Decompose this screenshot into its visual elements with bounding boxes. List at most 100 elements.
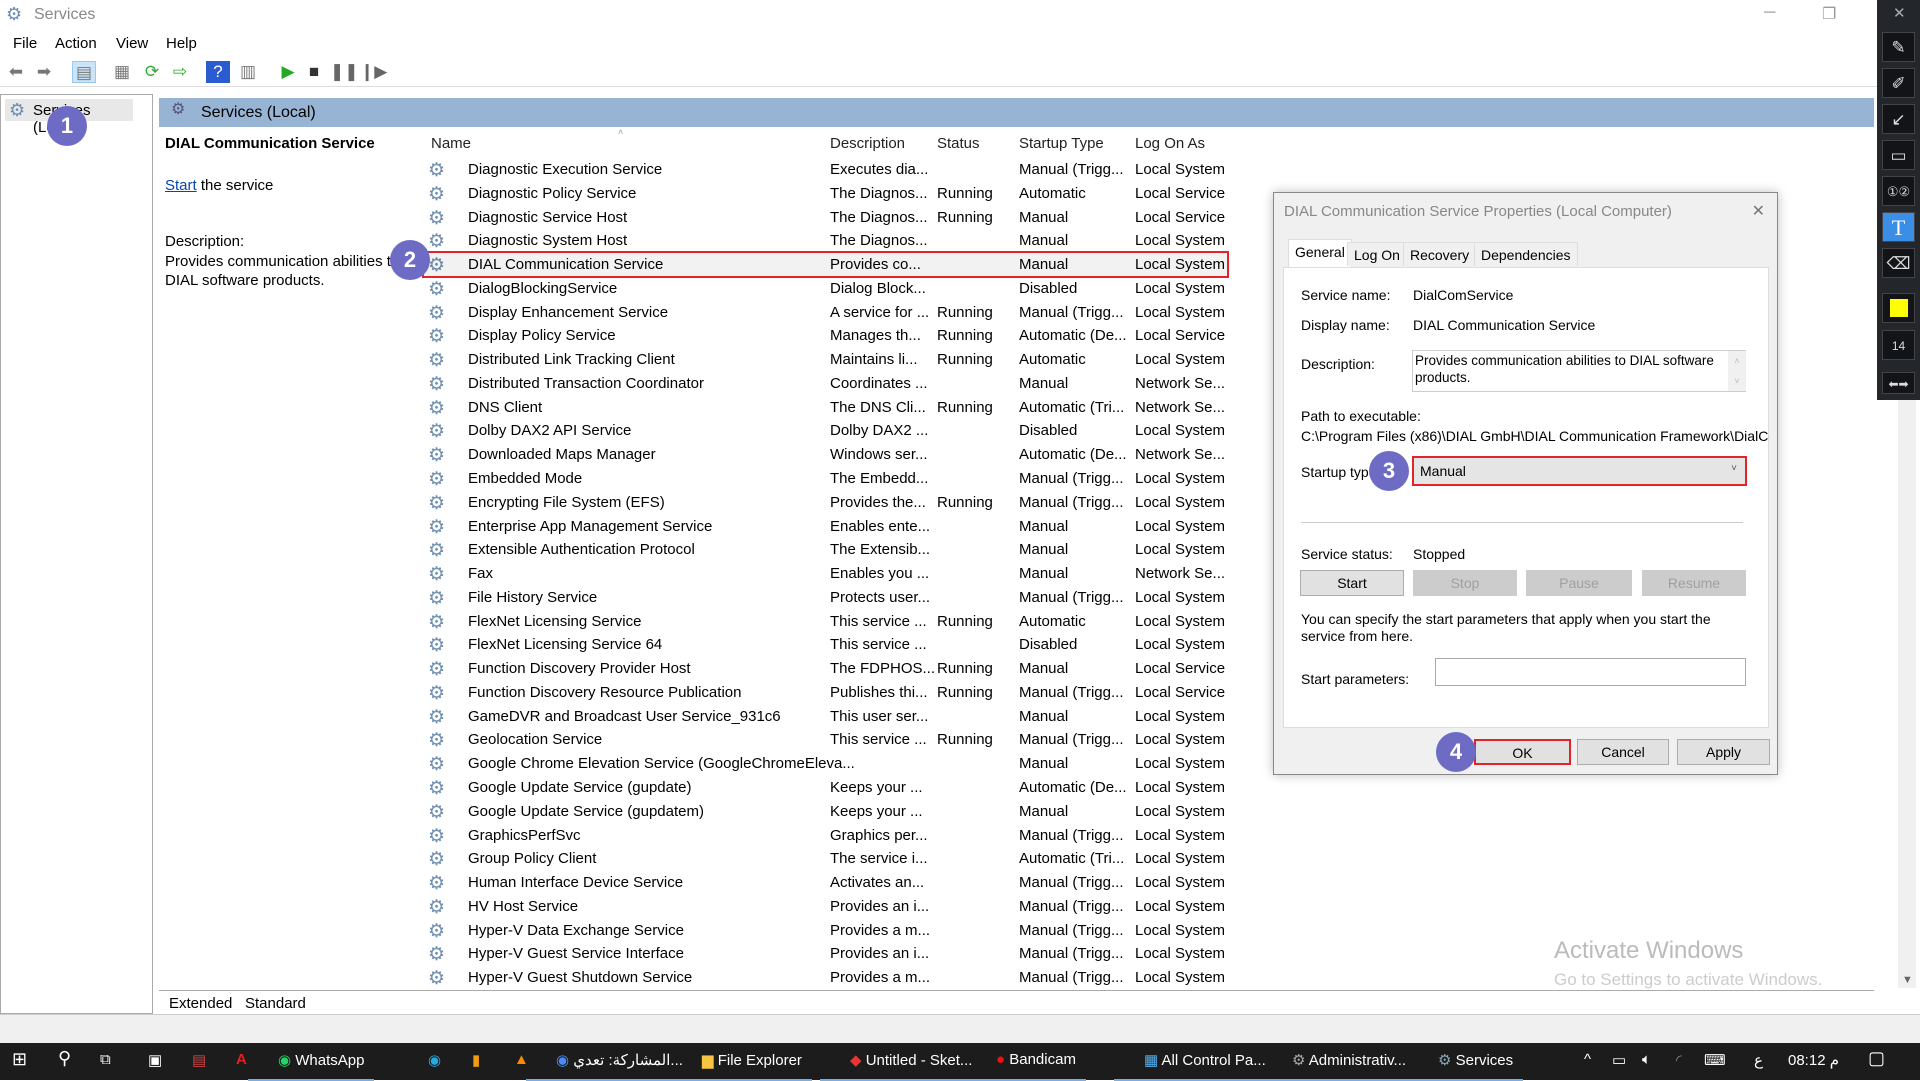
column-header-description[interactable]: Description	[830, 135, 905, 152]
taskbar-file-explorer[interactable]: ▆ File Explorer	[672, 1051, 812, 1081]
taskbar-chrome[interactable]: ◉ المشاركة: تعدي...	[526, 1051, 693, 1081]
taskbar-control-panel[interactable]: ▦ All Control Pa...	[1114, 1051, 1276, 1081]
properties-icon[interactable]: ▦	[110, 61, 134, 83]
minimize-button[interactable]: ─	[1764, 4, 1775, 22]
pause-button[interactable]: Pause	[1526, 570, 1632, 596]
taskbar-administrative-tools[interactable]: ⚙ Administrativ...	[1261, 1051, 1417, 1081]
move-arrows-icon[interactable]: ⬅➡	[1882, 372, 1915, 394]
scroll-down-icon[interactable]: ▼	[1902, 974, 1913, 986]
tray-chevron-up-icon[interactable]: ^	[1584, 1051, 1591, 1068]
pencil-icon[interactable]: ✎	[1882, 32, 1915, 62]
annotation-close-icon[interactable]: ✕	[1893, 4, 1906, 22]
text-tool-icon[interactable]: T	[1882, 212, 1915, 242]
wifi-icon[interactable]: ◜	[1676, 1051, 1682, 1069]
path-value: C:\Program Files (x86)\DIAL GmbH\DIAL Co…	[1301, 428, 1769, 444]
tab-general[interactable]: General	[1288, 239, 1352, 267]
column-header-name[interactable]: Name	[431, 135, 471, 152]
highlighter-icon[interactable]: ✐	[1882, 68, 1915, 98]
tab-log-on[interactable]: Log On	[1347, 242, 1407, 266]
tab-standard[interactable]: Standard	[245, 995, 306, 1012]
table-row[interactable]: ⚙ Diagnostic Execution Service Executes di…	[420, 158, 1820, 182]
clock[interactable]: 08:12 م	[1788, 1051, 1839, 1069]
start-service-link[interactable]: Start	[165, 177, 197, 194]
battery-icon[interactable]: ▭	[1612, 1051, 1626, 1069]
start-windows-icon[interactable]: ⊞	[12, 1049, 27, 1070]
service-name: Diagnostic System Host	[468, 232, 628, 250]
restore-button[interactable]: ❐	[1822, 4, 1836, 24]
search-icon[interactable]: ⚲	[58, 1048, 71, 1069]
description-textbox[interactable]: Provides communication abilities to DIAL…	[1412, 350, 1746, 392]
keyboard-icon[interactable]: ⌨	[1704, 1051, 1726, 1069]
vertical-scrollbar[interactable]: ▼	[1898, 400, 1916, 988]
start-parameters-label: Start parameters:	[1301, 671, 1410, 687]
taskbar-services[interactable]: ⚙ Services	[1407, 1051, 1524, 1081]
restart-service-icon[interactable]: ❙▶	[360, 61, 387, 83]
numbered-steps-icon[interactable]: ①②	[1882, 176, 1915, 206]
apply-button[interactable]: Apply	[1677, 739, 1770, 765]
table-row[interactable]: ⚙ Group Policy Client The service i... Auto…	[420, 847, 1820, 871]
show-hide-console-tree-icon[interactable]: ▤	[72, 61, 96, 83]
service-startup-type: Manual (Trigg...	[1019, 874, 1124, 892]
eraser-icon[interactable]: ⌫	[1882, 248, 1915, 278]
service-log-on-as: Local System	[1135, 588, 1226, 606]
ok-button[interactable]: OK	[1474, 739, 1571, 765]
pause-service-icon[interactable]: ❚❚	[330, 61, 359, 83]
taskbar-whatsapp[interactable]: ◉ WhatsApp	[247, 1051, 375, 1081]
acrobat-icon[interactable]: A	[236, 1051, 247, 1068]
stop-service-icon[interactable]: ■	[302, 61, 326, 83]
font-size-value[interactable]: 14	[1882, 330, 1915, 360]
start-button[interactable]: Start	[1300, 570, 1404, 596]
task-view-icon[interactable]: ⧉	[100, 1051, 111, 1068]
service-name: Google Update Service (gupdatem)	[468, 802, 704, 820]
table-row[interactable]: ⚙ Human Interface Device Service Activates…	[420, 871, 1820, 895]
g-app-icon[interactable]: ▮	[472, 1051, 480, 1069]
cancel-button[interactable]: Cancel	[1577, 739, 1669, 765]
help-icon[interactable]: ?	[206, 61, 230, 83]
taskbar-label: المشاركة: تعدي...	[573, 1052, 683, 1069]
store-icon[interactable]: ▣	[148, 1051, 162, 1069]
taskbar-sketch[interactable]: ◆ Untitled - Sket...	[819, 1051, 983, 1081]
volume-icon[interactable]: 🔈︎	[1642, 1051, 1651, 1068]
taskbar-bandicam[interactable]: ● Bandicam	[966, 1051, 1086, 1081]
service-description: The service i...	[830, 850, 928, 868]
vlc-icon[interactable]: ▲	[514, 1051, 529, 1068]
startup-type-select[interactable]: Manual ˅	[1412, 456, 1747, 486]
tab-recovery[interactable]: Recovery	[1403, 242, 1477, 266]
rectangle-icon[interactable]: ▭	[1882, 140, 1915, 170]
refresh-icon[interactable]: ⟳	[140, 61, 164, 83]
winrar-icon[interactable]: ▤	[192, 1051, 206, 1069]
table-row[interactable]: ⚙ HV Host Service Provides an i... Manual (…	[420, 895, 1820, 919]
service-startup-type: Disabled	[1019, 636, 1078, 654]
back-arrow-icon[interactable]: ⬅	[4, 61, 28, 83]
arrow-icon[interactable]: ↙	[1882, 104, 1915, 134]
tab-extended[interactable]: Extended	[169, 995, 232, 1012]
notifications-icon[interactable]: ▢	[1868, 1048, 1885, 1069]
start-parameters-input[interactable]	[1435, 658, 1746, 686]
color-picker[interactable]	[1882, 293, 1915, 323]
sort-ascending-icon: ˄	[618, 127, 624, 137]
input-language[interactable]: ع	[1754, 1051, 1763, 1069]
telegram-icon[interactable]: ◉	[428, 1051, 441, 1069]
services-gear-icon: ⚙	[171, 101, 186, 118]
start-service-icon[interactable]: ▶	[276, 61, 300, 83]
table-row[interactable]: ⚙ Google Update Service (gupdate) Keeps yo…	[420, 776, 1820, 800]
service-log-on-as: Local Service	[1135, 660, 1226, 678]
description-scroll-icon[interactable]: ˄ ˅	[1728, 351, 1746, 391]
tab-dependencies[interactable]: Dependencies	[1474, 242, 1578, 266]
column-header-status[interactable]: Status	[937, 135, 980, 152]
forward-arrow-icon[interactable]: ➡	[32, 61, 56, 83]
table-row[interactable]: ⚙ Google Update Service (gupdatem) Keeps y…	[420, 800, 1820, 824]
table-row[interactable]: ⚙ GraphicsPerfSvc Graphics per... Manual (T…	[420, 824, 1820, 848]
resume-button[interactable]: Resume	[1642, 570, 1746, 596]
dialog-close-button[interactable]: ✕	[1752, 201, 1765, 221]
show-action-pane-icon[interactable]: ▥	[236, 61, 260, 83]
menu-action[interactable]: Action	[55, 35, 97, 52]
menu-help[interactable]: Help	[166, 35, 197, 52]
column-header-startup-type[interactable]: Startup Type	[1019, 135, 1104, 152]
column-header-log-on-as[interactable]: Log On As	[1135, 135, 1205, 152]
menu-view[interactable]: View	[116, 35, 148, 52]
stop-button[interactable]: Stop	[1413, 570, 1517, 596]
menu-file[interactable]: File	[13, 35, 37, 52]
export-list-icon[interactable]: ⇨	[168, 61, 192, 83]
service-name: Diagnostic Policy Service	[468, 184, 637, 202]
